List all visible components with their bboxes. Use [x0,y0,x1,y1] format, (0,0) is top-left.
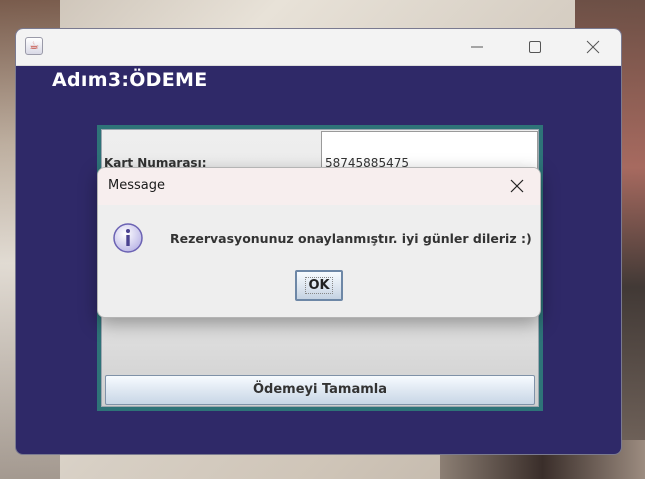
dialog-title: Message [108,178,165,193]
message-dialog: Message Rezervasyonunuz onaylanmıştır. i… [97,167,541,318]
dialog-message: Rezervasyonunuz onaylanmıştır. iyi günle… [170,231,532,246]
window-titlebar[interactable]: ☕ [16,29,621,66]
close-icon [586,40,600,54]
dialog-titlebar[interactable]: Message [98,168,540,205]
minimize-icon [471,46,483,48]
close-button[interactable] [564,29,621,65]
maximize-icon [529,41,541,53]
ok-button-label: OK [305,277,333,294]
info-icon [113,223,143,253]
page-title: Adım3:ÖDEME [52,69,208,91]
complete-payment-button[interactable]: Ödemeyi Tamamla [105,375,535,405]
ok-button[interactable]: OK [295,270,343,301]
minimize-button[interactable] [448,29,506,65]
maximize-button[interactable] [506,29,564,65]
java-icon[interactable]: ☕ [25,37,43,55]
dialog-close-icon[interactable] [510,179,524,193]
